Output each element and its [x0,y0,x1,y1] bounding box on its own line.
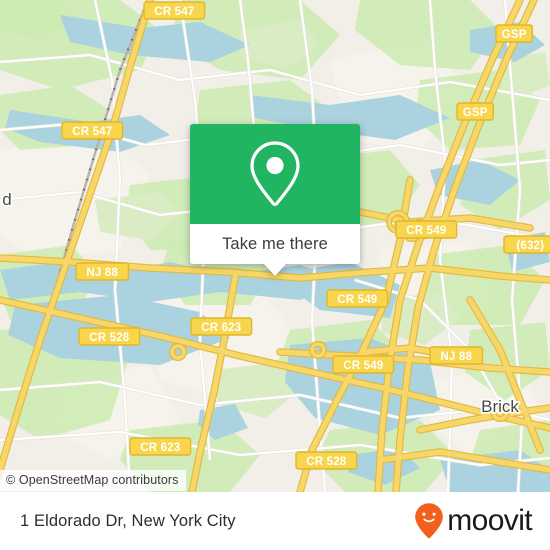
moovit-logo[interactable]: moovit [414,492,533,550]
road-shield-label: NJ 88 [86,267,118,279]
road-shield-label: CR 547 [154,6,194,18]
osm-attribution[interactable]: © OpenStreetMap contributors [0,470,186,491]
moovit-wordmark: moovit [447,504,532,537]
road-shield[interactable]: CR 549 [326,289,389,308]
address-label: 1 Eldorado Dr, New York City [20,511,236,530]
moovit-smiley-pin-icon [415,503,444,539]
road-shield[interactable]: (632) [503,235,550,254]
road-shield[interactable]: NJ 88 [429,346,484,365]
road-shield[interactable]: CR 547 [61,121,124,140]
road-shield[interactable]: CR 623 [190,317,253,336]
road-shield-label: CR 549 [337,294,377,306]
place-label: Brick [481,397,519,416]
road-shield[interactable]: CR 549 [332,355,395,374]
popup-icon-area [190,124,360,224]
road-shield-label: GSP [463,107,488,119]
road-shield-label: CR 547 [72,126,112,138]
road-shield-label: CR 528 [306,456,347,468]
road-shield-label: NJ 88 [440,351,472,363]
take-me-there-button[interactable]: Take me there [190,224,360,264]
road-shield[interactable]: GSP [495,24,533,43]
road-shield[interactable]: CR 528 [295,451,358,470]
road-shield[interactable]: CR 623 [129,437,192,456]
popup-pointer [264,264,286,276]
road-shield[interactable]: CR 528 [78,327,141,346]
take-me-there-popup[interactable]: Take me there [190,124,360,276]
road-shield-label: CR 549 [343,360,383,372]
road-shield-label: CR 549 [406,225,446,237]
road-shield[interactable]: NJ 88 [75,262,130,281]
map-pin-icon [250,141,300,207]
place-label: d [2,190,11,209]
road-shield-label: CR 623 [201,322,241,334]
road-shield[interactable]: GSP [456,102,494,121]
road-shield-label: (632) [516,240,544,252]
map-screenshot: Brick Brick d d CR 547 GSP GSP CR 547 CR 549 (632… [0,0,550,550]
road-shield-label: CR 623 [140,442,180,454]
footer-bar: BrickBrickddCR 547GSPGSPCR 547CR 549(632… [0,492,550,550]
road-shield-label: CR 528 [89,332,130,344]
road-shield-label: GSP [502,29,527,41]
road-shield[interactable]: CR 547 [143,1,206,20]
road-shield[interactable]: CR 549 [395,220,458,239]
